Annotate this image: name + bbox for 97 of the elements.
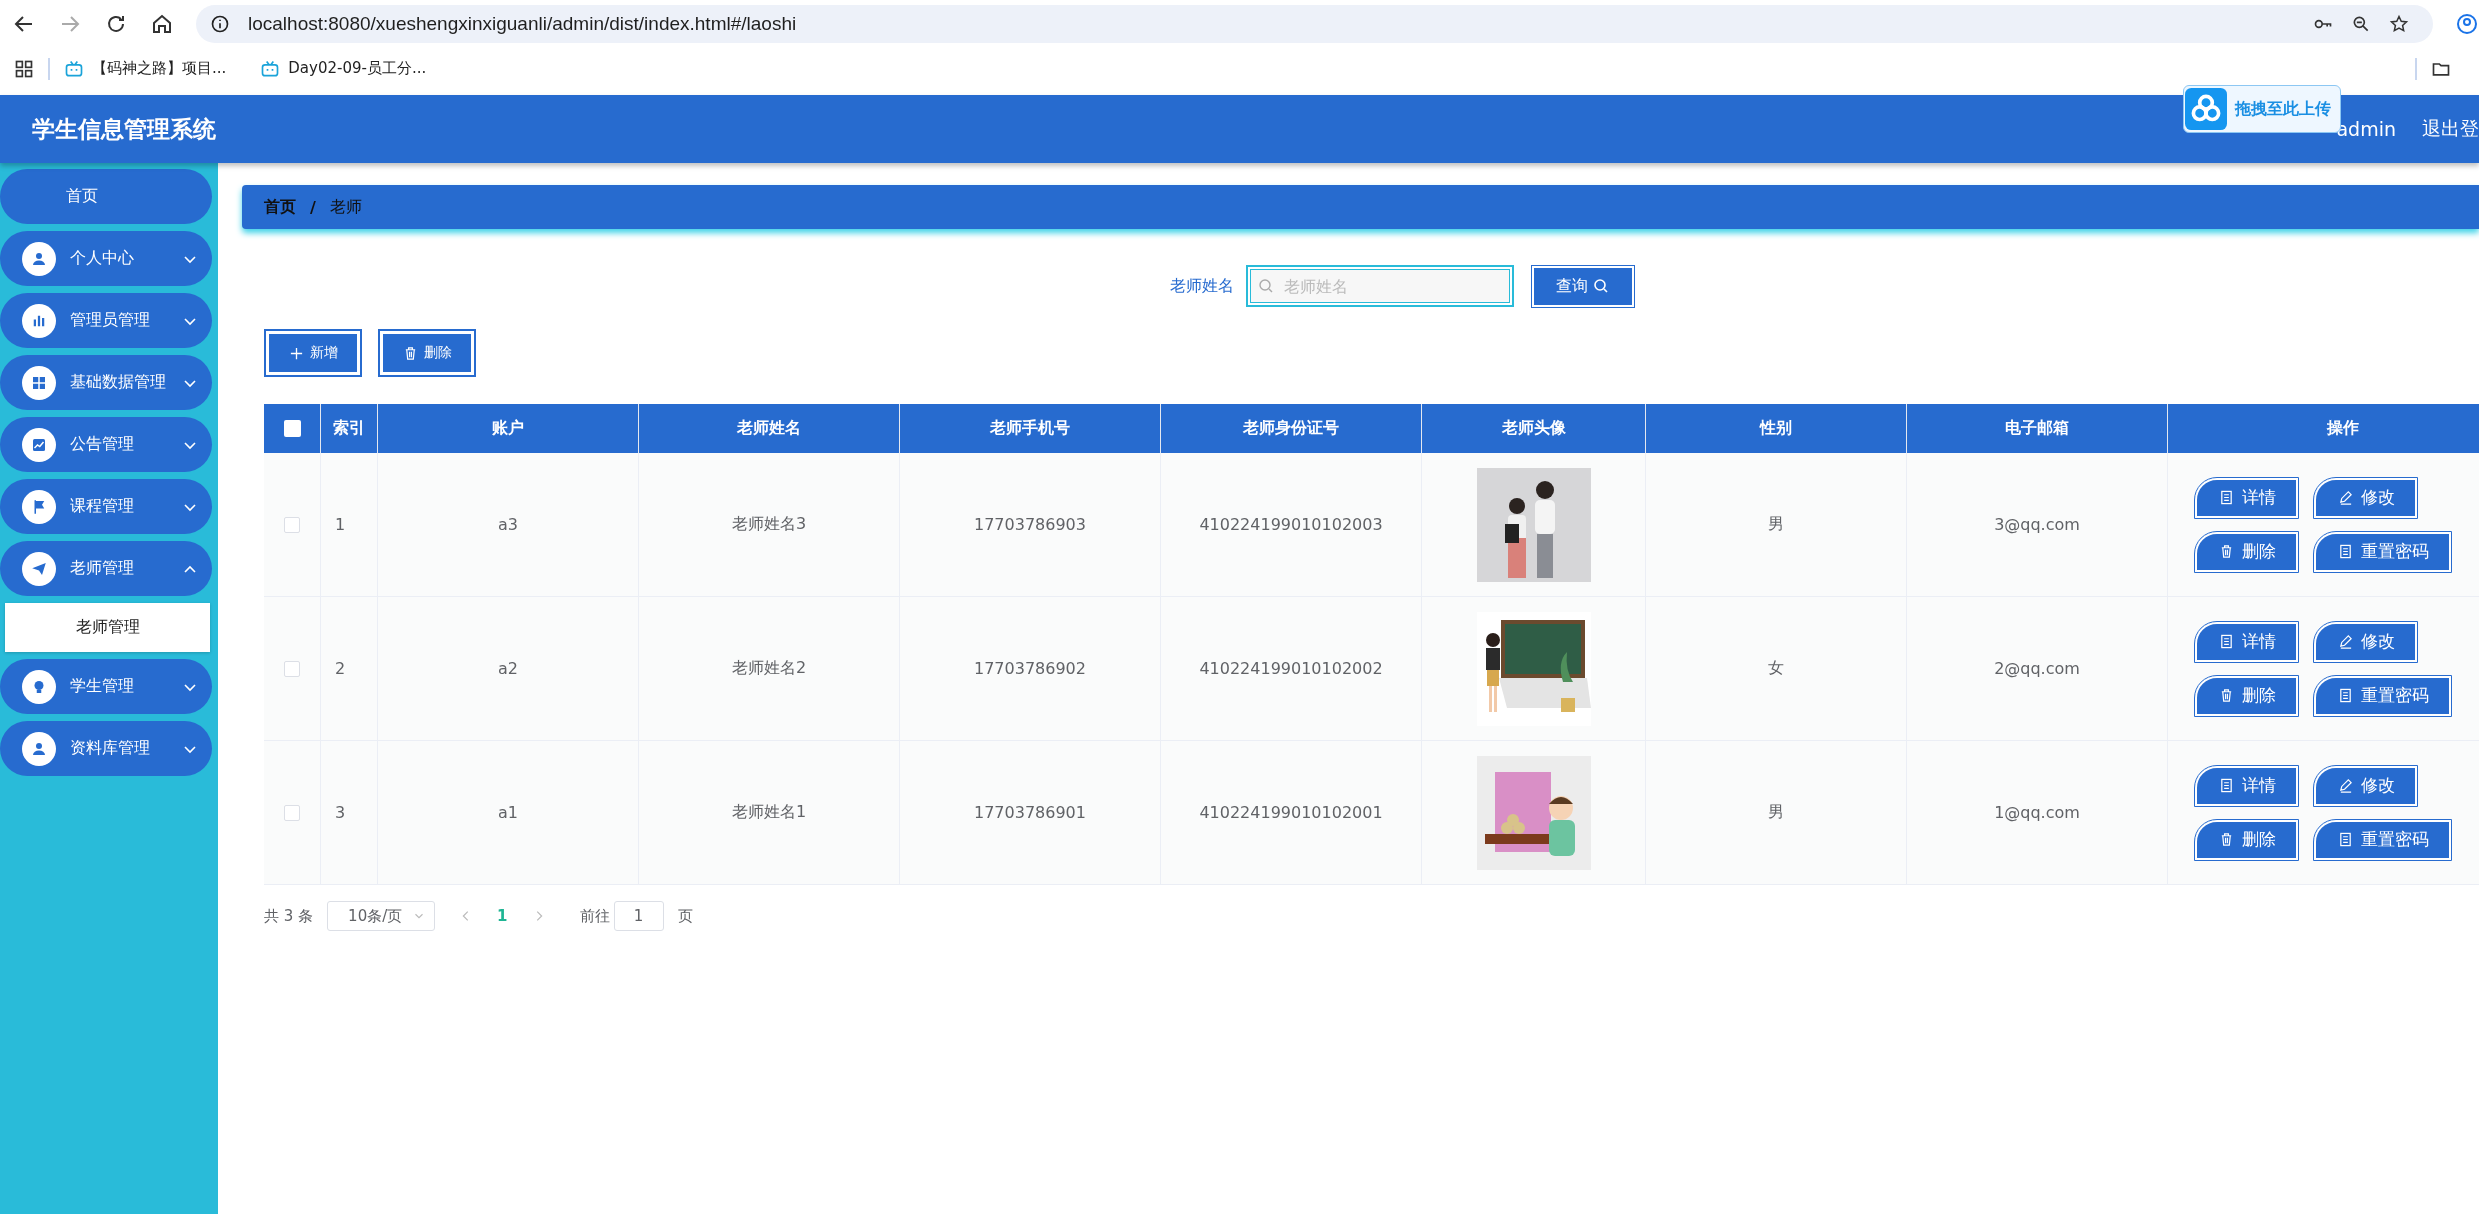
cloud-icon bbox=[2185, 88, 2227, 130]
table-cell: 老师姓名2 bbox=[639, 597, 900, 740]
detail-button[interactable]: 详情 bbox=[2195, 765, 2298, 806]
table-cell: 410224199010102003 bbox=[1161, 453, 1422, 596]
sidebar-item[interactable]: 公告管理 bbox=[0, 417, 212, 472]
sidebar-item[interactable]: 个人中心 bbox=[0, 231, 212, 286]
table-cell: 1 bbox=[321, 453, 378, 596]
sidebar-item[interactable]: 学生管理 bbox=[0, 659, 212, 714]
tv-icon bbox=[64, 58, 84, 79]
document-icon bbox=[2219, 490, 2234, 505]
submenu-item[interactable]: 老师管理 bbox=[5, 603, 210, 652]
reset-password-button[interactable]: 重置密码 bbox=[2314, 675, 2451, 716]
search-icon bbox=[1593, 278, 1609, 294]
menu-icon bbox=[22, 303, 56, 338]
edit-button[interactable]: 修改 bbox=[2314, 477, 2417, 518]
table-cell: a1 bbox=[378, 741, 639, 884]
table-cell: 410224199010102002 bbox=[1161, 597, 1422, 740]
reset-password-button[interactable]: 重置密码 bbox=[2314, 531, 2451, 572]
row-checkbox[interactable] bbox=[284, 660, 300, 677]
reset-password-button[interactable]: 重置密码 bbox=[2314, 819, 2451, 860]
breadcrumb-item[interactable]: 首页 bbox=[264, 196, 296, 218]
menu-icon bbox=[22, 669, 56, 704]
menu-icon bbox=[22, 427, 56, 462]
table-cell: 2@qq.com bbox=[1907, 597, 2168, 740]
menu-icon bbox=[22, 489, 56, 524]
detail-button[interactable]: 详情 bbox=[2195, 621, 2298, 662]
sidebar-item[interactable]: 老师管理 bbox=[0, 541, 212, 596]
menu-icon bbox=[22, 731, 56, 766]
edit-button[interactable]: 修改 bbox=[2314, 765, 2417, 806]
document-icon bbox=[2219, 634, 2234, 649]
app-title: 学生信息管理系统 bbox=[32, 114, 216, 144]
table-cell: 17703786903 bbox=[900, 453, 1161, 596]
pencil-icon bbox=[2338, 778, 2353, 793]
sidebar-item[interactable]: 首页 bbox=[0, 169, 212, 224]
zoom-icon[interactable] bbox=[2351, 14, 2371, 34]
bookmark[interactable]: 【码神之路】项目... bbox=[64, 58, 227, 79]
home-icon[interactable] bbox=[150, 12, 174, 36]
tv-icon bbox=[260, 58, 281, 79]
page-number[interactable]: 1 bbox=[497, 907, 508, 925]
address-bar[interactable]: localhost:8080/xueshengxinxiguanli/admin/dist/index.html#/laoshi bbox=[196, 5, 2433, 43]
trash-icon bbox=[2219, 544, 2234, 559]
delete-button[interactable]: 删除 bbox=[2195, 531, 2298, 572]
document-icon bbox=[2219, 778, 2234, 793]
total-count: 共 3 条 bbox=[264, 906, 314, 926]
trash-icon bbox=[2219, 832, 2234, 847]
edit-button[interactable]: 修改 bbox=[2314, 621, 2417, 662]
sidebar-item[interactable]: 基础数据管理 bbox=[0, 355, 212, 410]
select-all-checkbox[interactable] bbox=[283, 420, 301, 437]
goto-label: 前往 bbox=[579, 906, 610, 926]
table-cell: 17703786902 bbox=[900, 597, 1161, 740]
pencil-icon bbox=[2338, 490, 2353, 505]
add-button[interactable]: 新增 bbox=[266, 331, 360, 375]
delete-button[interactable]: 删除 bbox=[380, 331, 474, 375]
table-cell: a3 bbox=[378, 453, 639, 596]
table-cell: 410224199010102001 bbox=[1161, 741, 1422, 884]
pencil-icon bbox=[2338, 634, 2353, 649]
sidebar-item[interactable]: 课程管理 bbox=[0, 479, 212, 534]
document-icon bbox=[2338, 688, 2353, 703]
sidebar-item[interactable]: 管理员管理 bbox=[0, 293, 212, 348]
menu-icon bbox=[22, 551, 56, 586]
logout-link[interactable]: 退出登 bbox=[2422, 116, 2479, 142]
row-checkbox[interactable] bbox=[284, 804, 300, 821]
row-checkbox[interactable] bbox=[284, 516, 300, 533]
plus-icon bbox=[288, 345, 304, 361]
table-cell: 老师姓名3 bbox=[639, 453, 900, 596]
table-cell: 1@qq.com bbox=[1907, 741, 2168, 884]
table-cell: 3 bbox=[321, 741, 378, 884]
apps-icon[interactable] bbox=[14, 58, 34, 79]
table-cell: 17703786901 bbox=[900, 741, 1161, 884]
trash-icon bbox=[2219, 688, 2234, 703]
search-label: 老师姓名 bbox=[1169, 275, 1234, 297]
detail-button[interactable]: 详情 bbox=[2195, 477, 2298, 518]
table-cell: a2 bbox=[378, 597, 639, 740]
search-field[interactable]: 老师姓名 bbox=[1245, 265, 1514, 307]
menu-icon bbox=[22, 365, 56, 400]
table-cell: 2 bbox=[321, 597, 378, 740]
page-input[interactable]: 1 bbox=[613, 901, 664, 931]
document-icon bbox=[2338, 544, 2353, 559]
breadcrumb-item: 老师 bbox=[329, 196, 362, 218]
table-cell: 3@qq.com bbox=[1907, 453, 2168, 596]
bookmark[interactable]: Day02-09-员工分... bbox=[260, 58, 427, 79]
table-cell: 女 bbox=[1646, 597, 1907, 740]
sidebar-item[interactable]: 资料库管理 bbox=[0, 721, 212, 776]
star-icon[interactable] bbox=[2389, 14, 2409, 34]
table-cell: 男 bbox=[1646, 453, 1907, 596]
document-icon bbox=[2338, 832, 2353, 847]
breadcrumb-separator: / bbox=[310, 197, 316, 217]
delete-button[interactable]: 删除 bbox=[2195, 819, 2298, 860]
page-suffix: 页 bbox=[677, 906, 693, 926]
menu-icon bbox=[22, 241, 56, 276]
page-size-select[interactable]: 10条/页 bbox=[327, 901, 436, 931]
info-icon[interactable] bbox=[210, 14, 230, 34]
table-cell: 老师姓名1 bbox=[639, 741, 900, 884]
delete-button[interactable]: 删除 bbox=[2195, 675, 2298, 716]
search-button[interactable]: 查询 bbox=[1531, 265, 1634, 307]
table-cell: 男 bbox=[1646, 741, 1907, 884]
profile-icon[interactable] bbox=[2455, 12, 2479, 36]
